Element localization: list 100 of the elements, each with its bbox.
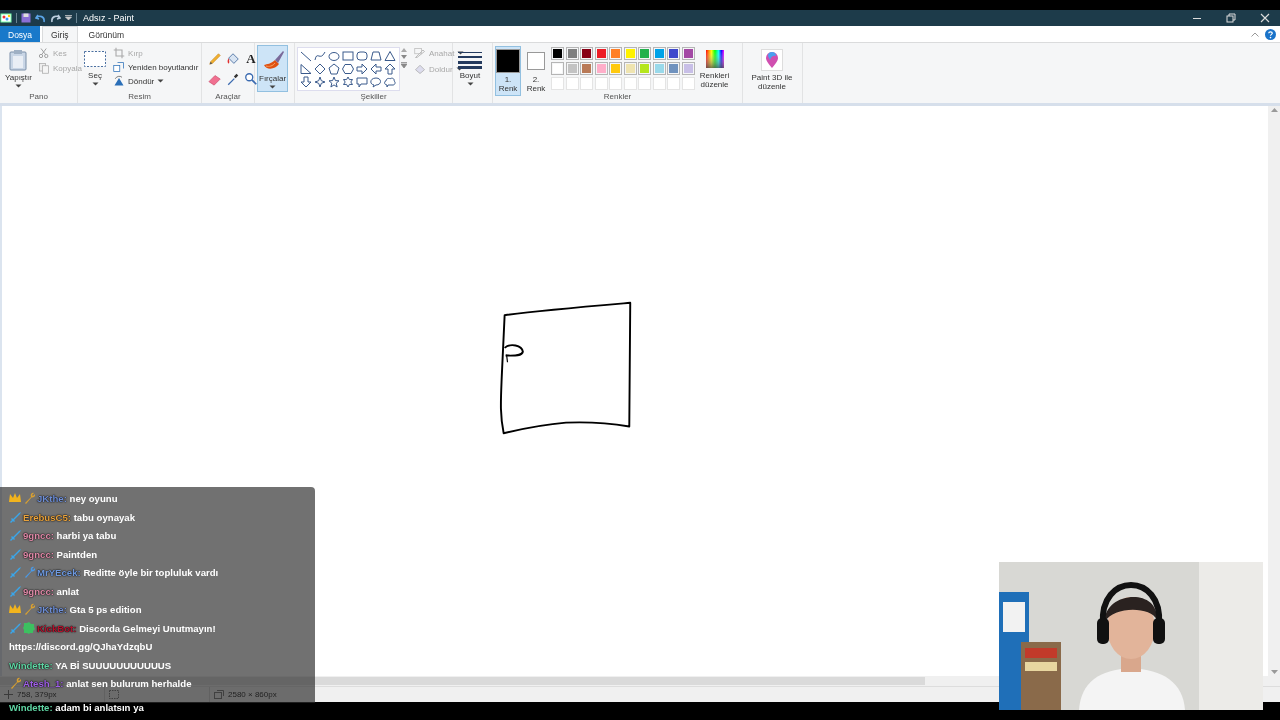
paint-3d-button[interactable]: Paint 3D ile düzenle	[745, 46, 799, 94]
wrench-icon	[23, 492, 35, 504]
shape-triangle-icon[interactable]	[384, 50, 396, 62]
edit-colors-button[interactable]: Renkleri düzenle	[696, 46, 733, 92]
outline-icon	[414, 47, 426, 59]
magnifier-icon[interactable]	[244, 72, 258, 86]
chat-username[interactable]: Windette:	[9, 701, 53, 713]
shape-rect-icon[interactable]	[342, 50, 354, 62]
chat-message: Discorda Gelmeyi Unutmayın!	[79, 622, 216, 634]
group-label: Şekiller	[359, 91, 388, 103]
undo-icon[interactable]	[35, 13, 46, 23]
scroll-down-icon[interactable]	[1270, 670, 1278, 674]
shape-line-icon[interactable]	[300, 50, 312, 62]
group-label: Renkler	[602, 91, 633, 103]
shape-star6-icon[interactable]	[342, 76, 354, 88]
shape-star5-icon[interactable]	[328, 76, 340, 88]
drawing-canvas[interactable]	[2, 106, 1268, 676]
color-picker-icon[interactable]	[226, 72, 240, 86]
sword-icon	[9, 621, 21, 634]
file-menu-tab[interactable]: Dosya	[0, 26, 41, 42]
chat-message: ney oyunu	[69, 493, 118, 504]
copy-icon	[38, 62, 50, 74]
chat-link[interactable]: https://discord.gg/QJhaYdzqbU	[9, 638, 311, 657]
sword-icon	[9, 547, 21, 560]
paint-app-icon	[0, 12, 12, 24]
paint-drop-icon	[761, 49, 783, 71]
chat-message: YA Bİ SUUUUUUUUUUUS	[55, 659, 172, 671]
shape-pentagon-icon[interactable]	[328, 63, 340, 75]
shape-righttriangle-icon[interactable]	[300, 63, 312, 75]
shape-arrowright-icon[interactable]	[356, 63, 368, 75]
chat-message: adam bi anlatsın ya	[55, 701, 144, 713]
shape-roundrect-icon[interactable]	[356, 50, 368, 62]
close-icon	[1260, 13, 1270, 23]
customize-caret-icon[interactable]	[65, 15, 72, 21]
sword-icon	[9, 529, 21, 541]
line-width-icon	[458, 51, 482, 69]
collapse-ribbon-icon[interactable]	[1251, 31, 1259, 37]
cursor-position-icon	[4, 690, 13, 699]
ribbon-tab[interactable]: Giriş	[42, 26, 78, 42]
shape-curve-icon[interactable]	[314, 50, 326, 62]
shape-arrowdown-icon[interactable]	[300, 76, 312, 88]
wrench-icon	[23, 603, 35, 615]
shape-calloutoval-icon[interactable]	[370, 76, 382, 88]
color-select-button[interactable]: 1. Renk	[495, 46, 521, 96]
crown-icon	[9, 603, 21, 615]
chat-message: anlat	[56, 585, 79, 597]
shape-arrowleft-icon[interactable]	[370, 63, 382, 75]
selection-icon	[83, 49, 107, 69]
chat-message: Reditte öyle bir topluluk vardı	[83, 567, 219, 578]
window-title: Adsız - Paint	[83, 13, 135, 23]
ribbon-button[interactable]: Döndür	[113, 75, 199, 87]
shape-star4-icon[interactable]	[314, 76, 326, 88]
shape-arrowup-icon[interactable]	[384, 63, 396, 75]
resize-icon	[113, 61, 125, 73]
crown-icon	[9, 492, 21, 504]
sword-icon	[9, 566, 21, 578]
verified-badge-icon	[23, 621, 35, 634]
gallery-more-icon[interactable]	[401, 62, 407, 68]
scroll-down-icon[interactable]	[401, 55, 407, 59]
scissors-icon	[38, 47, 50, 59]
color-spectrum-icon	[704, 49, 725, 69]
chat-message: Paintden	[56, 548, 98, 560]
shape-calloutrect-icon[interactable]	[356, 76, 368, 88]
wrench-icon	[9, 677, 21, 689]
chat-message: Gta 5 ps edition	[69, 604, 142, 615]
shape-diamond-icon[interactable]	[314, 63, 326, 75]
chat-message: tabu oynayak	[73, 511, 135, 523]
group-label: Araçlar	[214, 91, 242, 103]
brushes-button[interactable]: Fırçalar	[257, 45, 289, 92]
clipboard-icon	[8, 49, 29, 71]
scroll-up-icon[interactable]	[401, 48, 407, 52]
wrench-icon	[23, 566, 35, 578]
shape-calloutcloud-icon[interactable]	[384, 76, 396, 88]
chat-username[interactable]: Windette:	[9, 659, 53, 671]
canvas-size-icon	[214, 690, 224, 699]
shape-oval-icon[interactable]	[328, 50, 340, 62]
ribbon-tab[interactable]: Görünüm	[79, 26, 133, 42]
paste-button[interactable]: Yapıştır	[2, 46, 35, 91]
ribbon-button[interactable]: Yeniden boyutlandır	[113, 61, 199, 73]
scroll-up-icon[interactable]	[1270, 108, 1278, 112]
chat-message: anlat sen bulurum herhalde	[66, 678, 192, 689]
save-icon[interactable]	[21, 13, 31, 23]
group-label: Pano	[28, 91, 49, 103]
sword-icon	[9, 584, 21, 597]
crop-icon	[113, 47, 125, 59]
shape-polygon-icon[interactable]	[370, 50, 382, 62]
vertical-scrollbar[interactable]	[1268, 106, 1280, 676]
pencil-icon[interactable]	[208, 52, 222, 66]
redo-icon[interactable]	[50, 13, 61, 23]
text-tool[interactable]: A	[244, 52, 258, 66]
paint-bucket-icon[interactable]	[226, 52, 240, 66]
shape-hexagon-icon[interactable]	[342, 63, 354, 75]
group-label: Resim	[127, 91, 152, 103]
selection-size-icon	[109, 690, 119, 699]
cursor-position: 758, 379px	[17, 690, 57, 699]
fill-icon	[414, 63, 426, 75]
color-select-button[interactable]: 2. Renk	[523, 46, 549, 96]
help-icon[interactable]	[1265, 28, 1276, 40]
canvas-size: 2580 × 860px	[228, 690, 277, 699]
restore-icon	[1226, 13, 1236, 23]
